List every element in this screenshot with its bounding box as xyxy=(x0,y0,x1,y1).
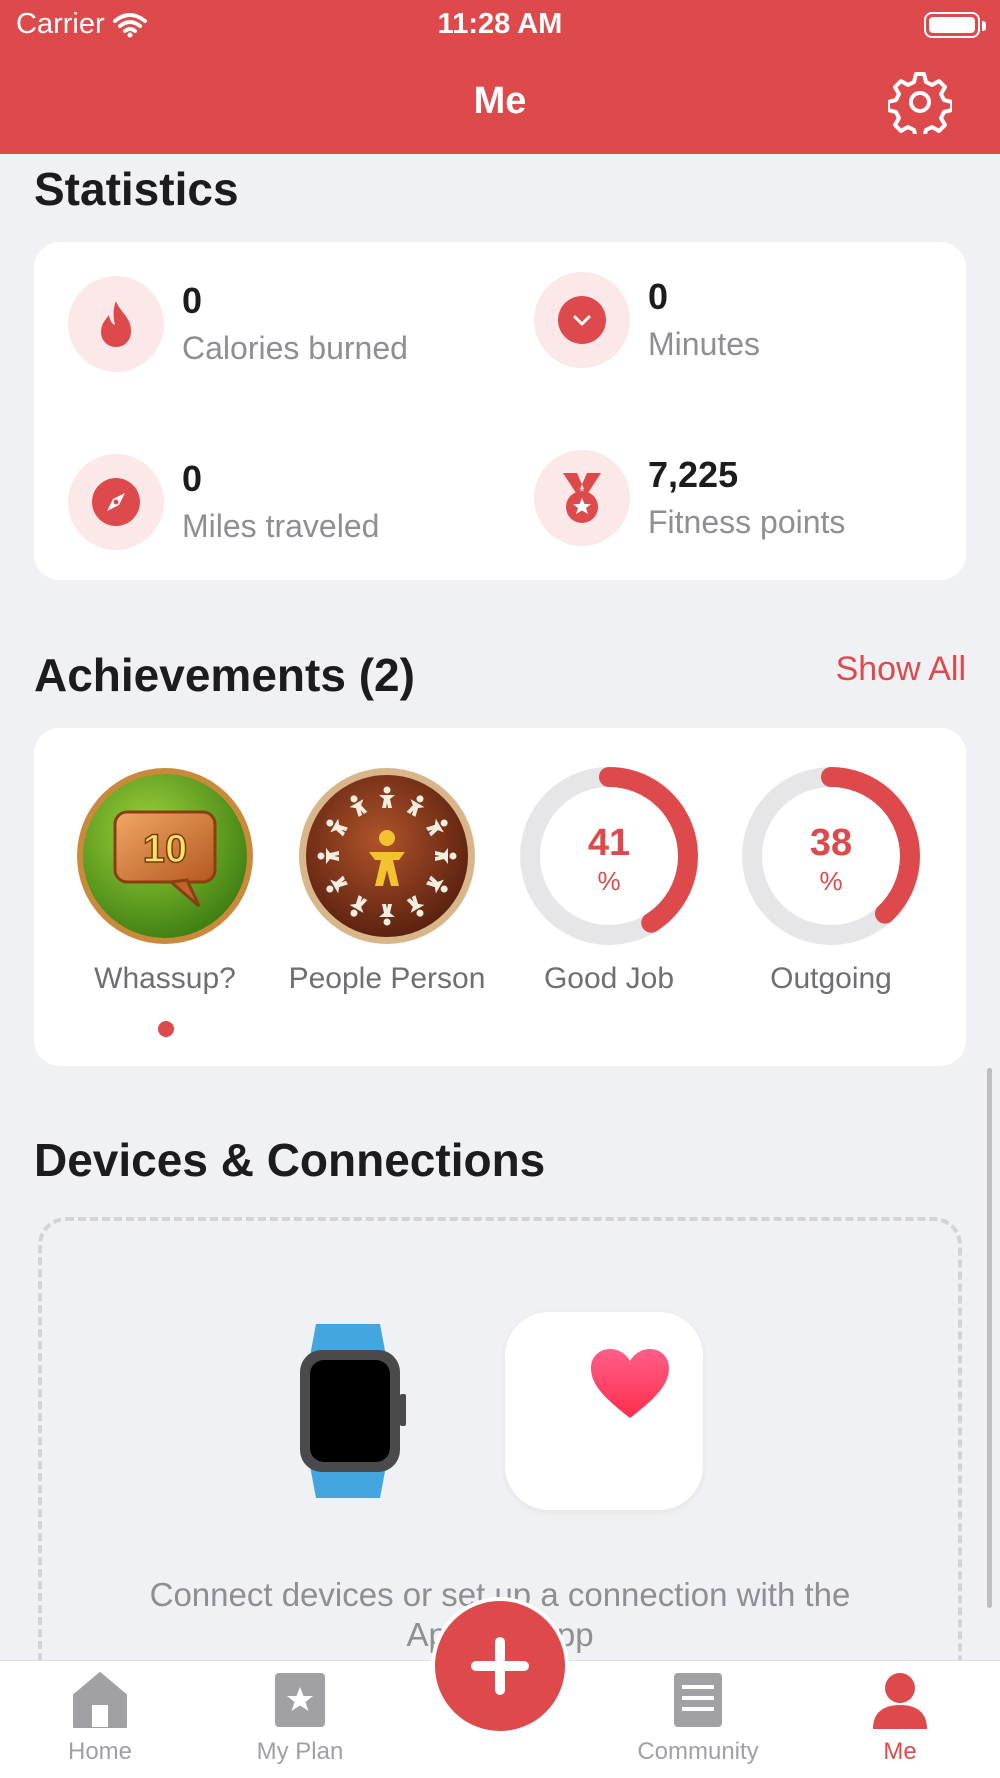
medal-icon xyxy=(534,450,630,546)
progress-unit: % xyxy=(819,866,843,896)
tab-label: My Plan xyxy=(256,1738,344,1765)
achievement-name: People Person xyxy=(288,962,486,995)
achievements-title: Achievements (2) xyxy=(34,649,415,701)
scrollbar[interactable] xyxy=(987,1068,992,1608)
clock-icon xyxy=(534,272,630,368)
stat-label: Minutes xyxy=(648,326,761,362)
watch-icon xyxy=(300,1324,406,1498)
stat-label: Fitness points xyxy=(648,504,846,540)
stat-value: 0 xyxy=(182,280,203,321)
statistics-card: 0 Calories burned 0 Minutes 0 Miles trav… xyxy=(34,242,966,580)
statistics-title: Statistics xyxy=(34,163,239,215)
progress-value: 41 xyxy=(587,822,631,864)
tab-community[interactable]: Community xyxy=(618,1671,778,1766)
chat-badge-icon: 10 xyxy=(75,766,255,946)
plus-icon xyxy=(471,1637,529,1695)
achievement-name: Good Job xyxy=(543,962,675,995)
stat-label: Miles traveled xyxy=(182,508,380,544)
tab-my-plan[interactable]: My Plan xyxy=(220,1671,380,1766)
battery-icon xyxy=(924,12,986,38)
tab-label: Me xyxy=(883,1738,917,1765)
achievement-name: Outgoing xyxy=(770,962,892,995)
achievement-name: Whassup? xyxy=(94,962,236,995)
home-icon xyxy=(73,1672,127,1728)
tab-label: Community xyxy=(637,1738,759,1765)
page-title: Me xyxy=(473,80,527,122)
progress-ring: 38 % xyxy=(741,766,921,946)
health-app-icon xyxy=(505,1312,703,1510)
achievements-card: 10 Whassup? People Person 41 % Good Job … xyxy=(34,728,966,1066)
progress-ring: 41 % xyxy=(519,766,699,946)
progress-value: 38 xyxy=(809,822,853,864)
people-badge-icon xyxy=(297,766,477,946)
tab-home[interactable]: Home xyxy=(20,1671,180,1766)
achievement-whassup[interactable]: 10 Whassup? xyxy=(65,766,265,996)
new-indicator-dot xyxy=(158,1021,174,1037)
tab-label: Home xyxy=(67,1738,133,1765)
star-icon xyxy=(275,1673,325,1727)
document-icon xyxy=(674,1673,722,1727)
achievement-outgoing[interactable]: 38 % Outgoing xyxy=(731,766,931,996)
devices-title: Devices & Connections xyxy=(34,1134,546,1186)
stat-value: 7,225 xyxy=(648,454,739,495)
achievement-people-person[interactable]: People Person xyxy=(287,766,487,996)
stat-value: 0 xyxy=(182,458,203,499)
app-screen: Carrier 11:28 AM Me Statistics 0 Calorie… xyxy=(0,0,1000,1778)
achievement-good-job[interactable]: 41 % Good Job xyxy=(509,766,709,996)
person-icon xyxy=(873,1673,927,1729)
stat-value: 0 xyxy=(648,276,669,317)
compass-icon xyxy=(68,454,164,550)
badge-text: 10 xyxy=(143,827,188,871)
tab-me[interactable]: Me xyxy=(820,1671,980,1766)
status-bar: Carrier 11:28 AM xyxy=(0,8,1000,48)
stat-label: Calories burned xyxy=(182,330,408,366)
show-all-link[interactable]: Show All xyxy=(836,650,966,689)
flame-icon xyxy=(68,276,164,372)
header: Carrier 11:28 AM Me xyxy=(0,0,1000,154)
settings-gear-icon[interactable] xyxy=(888,70,952,134)
status-time: 11:28 AM xyxy=(437,8,563,40)
add-button[interactable] xyxy=(431,1597,569,1735)
progress-unit: % xyxy=(597,866,621,896)
